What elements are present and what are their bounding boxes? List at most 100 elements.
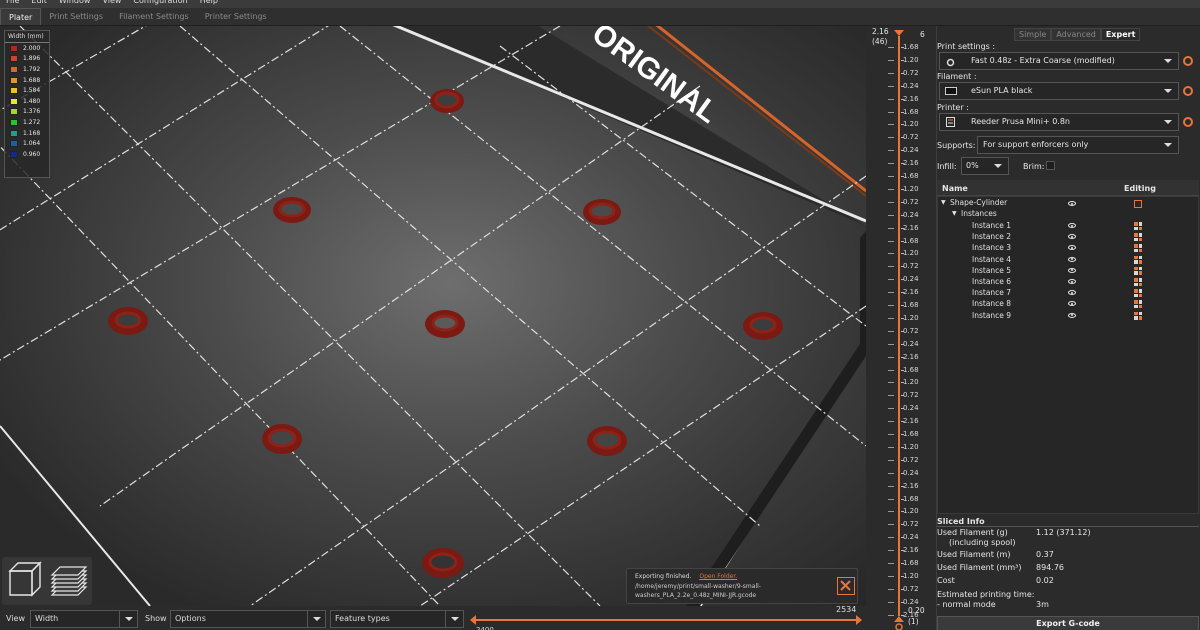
export-gcode-button[interactable]: Export G-code (937, 616, 1199, 630)
printer-gear-icon[interactable] (1183, 117, 1193, 127)
tab-simple[interactable]: Simple (1014, 28, 1052, 41)
close-notification-button[interactable] (837, 577, 855, 595)
filament-select[interactable]: eSun PLA black (939, 82, 1179, 100)
instance-edit-icon[interactable] (1134, 244, 1142, 253)
washer-8[interactable] (587, 426, 627, 456)
instance-edit-icon[interactable] (1134, 233, 1142, 242)
eye-icon[interactable] (1068, 223, 1076, 228)
cog-icon[interactable] (895, 623, 903, 630)
instance-edit-icon[interactable] (1134, 278, 1142, 286)
eye-icon[interactable] (1068, 201, 1076, 206)
instance-edit-icon[interactable] (1134, 289, 1142, 298)
feature-types-select[interactable]: Feature types (330, 610, 464, 628)
view-toggle-panel (2, 557, 92, 605)
tab-printer-settings[interactable]: Printer Settings (197, 8, 275, 25)
tick-label: 1.68 (903, 494, 919, 503)
show-label: Show (145, 614, 167, 623)
tab-filament-settings[interactable]: Filament Settings (111, 8, 197, 25)
instance-edit-icon[interactable] (1134, 300, 1142, 309)
washer-9[interactable] (422, 548, 464, 578)
infill-select[interactable]: 0% (961, 157, 1009, 175)
col-editing-header[interactable]: Editing (1124, 184, 1156, 193)
menu-view[interactable]: View (96, 0, 127, 8)
menu-file[interactable]: File (0, 0, 25, 8)
3d-viewport[interactable]: ORIGINAL Width (mm) 2.000 1.896 1.792 1.688… (0, 26, 866, 606)
tick-mark (888, 343, 894, 345)
tab-plater[interactable]: Plater (0, 8, 42, 25)
expand-arrow-icon[interactable]: ▼ (952, 210, 957, 217)
legend-value: 1.584 (23, 87, 41, 95)
instance-edit-icon[interactable] (1134, 255, 1142, 264)
tab-print-settings[interactable]: Print Settings (41, 8, 111, 25)
view-type-select[interactable]: Width (30, 610, 138, 628)
show-options-value: Options (175, 614, 206, 623)
legend-value: 2.000 (23, 44, 41, 52)
menu-window[interactable]: Window (53, 0, 97, 8)
menu-configuration[interactable]: Configuration (127, 0, 193, 8)
legend-value: 1.480 (23, 97, 41, 105)
instance-name: Instance 2 (972, 232, 1012, 242)
instance-edit-icon[interactable] (1134, 222, 1142, 230)
slider-handle-left[interactable] (470, 615, 476, 625)
tick-label: 0.24 (903, 339, 919, 348)
print-settings-gear-icon[interactable] (1183, 56, 1193, 66)
instance-name: Instance 3 (972, 243, 1012, 253)
vertical-layer-slider[interactable]: 2.16 (46) 6 0.20 (1) 1.68 1.20 0.72 0.24 2.1… (866, 26, 936, 630)
edit-object-icon[interactable] (1134, 200, 1142, 208)
tick-label: 1.68 (903, 236, 919, 245)
tick-mark (888, 98, 894, 100)
tick-mark (888, 188, 894, 190)
legend-row: 1.376 (5, 107, 49, 118)
instances-group-row[interactable]: ▼ Instances (937, 209, 1199, 220)
washer-5[interactable] (425, 310, 465, 338)
sliced-info-value: 0.37 (1036, 550, 1054, 559)
tick-label: 0.72 (903, 262, 919, 271)
tick-mark (888, 421, 894, 423)
horizontal-move-slider[interactable] (470, 614, 862, 626)
col-name-header[interactable]: Name (942, 184, 968, 193)
3d-view-cube-icon[interactable] (8, 561, 42, 597)
legend-row: 1.064 (5, 138, 49, 149)
washer-3[interactable] (583, 199, 621, 225)
washer-4[interactable] (108, 307, 148, 335)
layers-view-icon[interactable] (50, 566, 88, 596)
eye-icon[interactable] (1068, 312, 1076, 318)
printer-value: Reeder Prusa Mini+ 0.8n (971, 117, 1070, 126)
open-folder-link[interactable]: Open Folder. (699, 573, 737, 580)
legend-row: 1.688 (5, 75, 49, 86)
slider-top-handle[interactable] (894, 30, 904, 36)
expand-arrow-icon[interactable]: ▼ (941, 199, 946, 206)
tick-label: 1.20 (903, 378, 919, 387)
export-notification: Exporting finished. Open Folder. /home/j… (626, 568, 858, 604)
show-options-select[interactable]: Options (170, 610, 326, 628)
eye-icon[interactable] (1068, 256, 1076, 262)
notification-path: /home/jeremy/print/small-washer/9-small-… (635, 583, 761, 599)
tab-expert[interactable]: Expert (1100, 28, 1141, 41)
legend-swatch (10, 65, 18, 73)
slider-handle-right[interactable] (856, 615, 862, 625)
menu-bar: File Edit Window View Configuration Help (0, 0, 1200, 8)
eye-icon[interactable] (1068, 279, 1076, 284)
filament-color-swatch (945, 87, 957, 95)
tick-mark (888, 317, 894, 319)
menu-help[interactable]: Help (194, 0, 224, 8)
eye-icon[interactable] (1068, 267, 1076, 273)
washer-1[interactable] (430, 89, 464, 113)
tick-label: 1.20 (903, 507, 919, 516)
printer-select[interactable]: Reeder Prusa Mini+ 0.8n (939, 113, 1179, 131)
filament-gear-icon[interactable] (1183, 86, 1193, 96)
washer-7[interactable] (262, 424, 302, 454)
tick-mark (888, 498, 894, 500)
instance-edit-icon[interactable] (1134, 311, 1142, 320)
chevron-down-icon (1164, 89, 1172, 93)
instance-edit-icon[interactable] (1134, 266, 1142, 275)
menu-edit[interactable]: Edit (25, 0, 53, 8)
supports-select[interactable]: For support enforcers only (977, 136, 1179, 154)
tick-label: 1.20 (903, 249, 919, 258)
print-settings-select[interactable]: Fast 0.48z - Extra Coarse (modified) (939, 52, 1179, 70)
brim-checkbox[interactable] (1046, 161, 1055, 170)
tab-advanced[interactable]: Advanced (1051, 28, 1101, 41)
washer-6[interactable] (743, 312, 783, 340)
sliced-info-label: Used Filament (mm³) (937, 563, 1022, 572)
washer-2[interactable] (273, 197, 311, 223)
